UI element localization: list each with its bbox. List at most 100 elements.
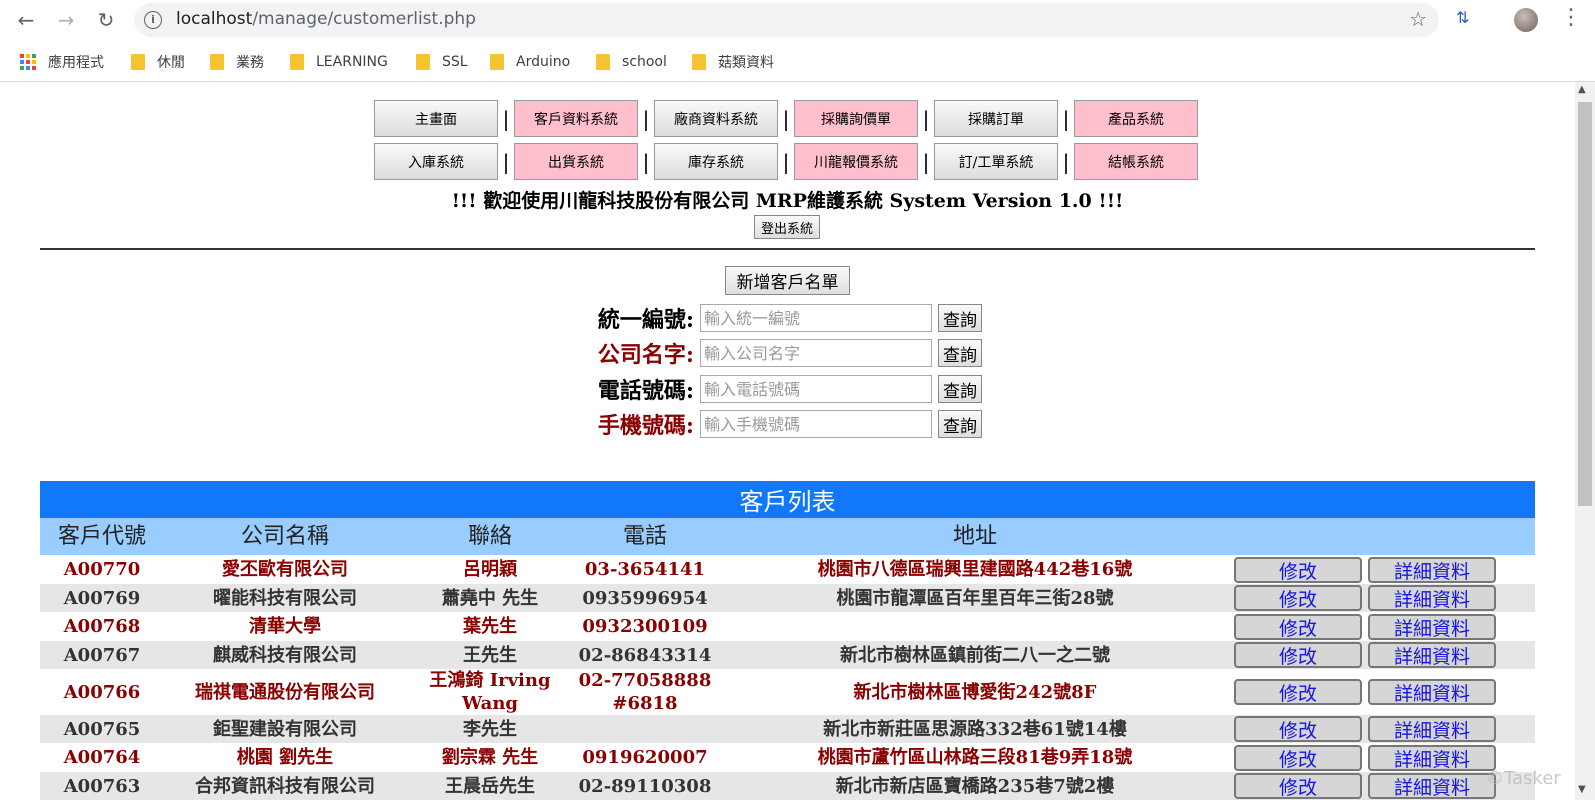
menu-button[interactable]: 出貨系統 — [514, 143, 638, 180]
menu-separator: | — [502, 149, 510, 174]
divider — [40, 248, 1535, 250]
details-button[interactable]: 詳細資料 — [1368, 716, 1496, 742]
menu-button[interactable]: 產品系統 — [1074, 100, 1198, 137]
menu-button[interactable]: 結帳系統 — [1074, 143, 1198, 180]
menu-button[interactable]: 訂/工單系統 — [934, 143, 1058, 180]
menu-separator: | — [502, 106, 510, 131]
customer-list-header: 客戶代號 公司名稱 聯絡 電話 地址 — [40, 518, 1535, 555]
watermark: ©Tasker — [1486, 768, 1561, 789]
scroll-up-arrow-icon[interactable]: ▲ — [1578, 84, 1586, 95]
menu-separator: | — [922, 149, 930, 174]
bookmark-star-icon[interactable]: ☆ — [1409, 7, 1427, 31]
phone-cell: 03-3654141 — [584, 559, 706, 580]
bookmark-folder[interactable]: 菇類資料 — [692, 52, 774, 72]
back-arrow-icon[interactable]: ← — [12, 6, 40, 34]
edit-button[interactable]: 修改 — [1234, 614, 1362, 640]
menu-button[interactable]: 採購訂單 — [934, 100, 1058, 137]
edit-button[interactable]: 修改 — [1234, 557, 1362, 583]
edit-button[interactable]: 修改 — [1234, 773, 1362, 799]
customer-id-cell: A00763 — [63, 775, 141, 797]
details-button[interactable]: 詳細資料 — [1368, 745, 1496, 771]
company-name-cell: 桃園 劉先生 — [236, 747, 334, 768]
edit-button[interactable]: 修改 — [1234, 716, 1362, 742]
search-label: 公司名字: — [597, 342, 694, 368]
menu-button[interactable]: 採購詢價單 — [794, 100, 918, 137]
mobile-input[interactable] — [700, 410, 932, 438]
company-name-cell: 鉅聖建設有限公司 — [213, 718, 357, 740]
menu-separator: | — [1062, 149, 1070, 174]
menu-button[interactable]: 入庫系統 — [374, 143, 498, 180]
menu-button[interactable]: 客戶資料系統 — [514, 100, 638, 137]
customer-id-cell: A00765 — [63, 718, 141, 740]
contact-cell: 王鴻錡 Irving Wang — [429, 670, 551, 714]
table-row: A00765 鉅聖建設有限公司 李先生 新北市新莊區思源路332巷61號14樓 修改 詳細… — [40, 715, 1535, 743]
menu-button[interactable]: 主畫面 — [374, 100, 498, 137]
contact-cell: 劉宗霖 先生 — [441, 747, 539, 768]
customer-id-cell: A00764 — [63, 747, 141, 768]
tax-id-input[interactable] — [700, 304, 932, 332]
details-button[interactable]: 詳細資料 — [1368, 679, 1496, 705]
menu-separator: | — [782, 149, 790, 174]
details-button[interactable]: 詳細資料 — [1368, 557, 1496, 583]
edit-button[interactable]: 修改 — [1234, 585, 1362, 611]
company-name-cell: 合邦資訊科技有限公司 — [195, 775, 375, 797]
search-button[interactable]: 查詢 — [938, 339, 982, 367]
customer-id-cell: A00770 — [63, 559, 141, 580]
scroll-down-arrow-icon[interactable]: ▼ — [1578, 784, 1586, 795]
bookmark-folder[interactable]: Arduino — [490, 52, 570, 72]
bookmark-folder[interactable]: 休閒 — [131, 52, 185, 72]
contact-cell: 呂明穎 — [463, 559, 517, 580]
table-row: A00764 桃園 劉先生 劉宗霖 先生 0919620007 桃園市蘆竹區山林路三段8… — [40, 743, 1535, 772]
page-content: 主畫面 | 客戶資料系統 | 廠商資料系統 | 採購詢價單 | 採購訂單 | 產品系統 入庫系統 | 出… — [0, 82, 1575, 800]
company-name-cell: 瑞祺電通股份有限公司 — [195, 681, 375, 703]
search-button[interactable]: 查詢 — [938, 410, 982, 438]
phone-input[interactable] — [700, 375, 932, 403]
edit-button[interactable]: 修改 — [1234, 679, 1362, 705]
table-row: A00763 合邦資訊科技有限公司 王晨岳先生 02-89110308 新北市新店區寶橋… — [40, 772, 1535, 800]
address-bar[interactable]: i localhost/manage/customerlist.php ☆ — [134, 3, 1439, 37]
bookmark-folder[interactable]: LEARNING — [290, 52, 388, 72]
bookmark-folder[interactable]: school — [596, 52, 667, 72]
phone-cell: 0935996954 — [582, 587, 708, 609]
search-button[interactable]: 查詢 — [938, 375, 982, 403]
details-button[interactable]: 詳細資料 — [1368, 642, 1496, 668]
extension-icon[interactable]: ⇅ — [1456, 8, 1478, 30]
scrollbar-thumb[interactable] — [1578, 102, 1592, 506]
details-button[interactable]: 詳細資料 — [1368, 773, 1496, 799]
search-button[interactable]: 查詢 — [938, 304, 982, 332]
welcome-message: !!! 歡迎使用川龍科技股份有限公司 MRP維護系統 System Versio… — [451, 190, 1124, 212]
menu-button[interactable]: 廠商資料系統 — [654, 100, 778, 137]
browser-menu-icon[interactable]: ⋮ — [1560, 4, 1582, 32]
address-cell: 桃園市龍潭區百年里百年三街28號 — [836, 587, 1114, 609]
bookmark-apps[interactable]: 應用程式 — [20, 52, 104, 72]
profile-avatar[interactable] — [1514, 8, 1538, 32]
menu-separator: | — [642, 106, 650, 131]
search-row-company: 公司名字: 查詢 — [590, 337, 982, 369]
contact-cell: 李先生 — [463, 718, 517, 740]
reload-icon[interactable]: ↻ — [92, 6, 120, 34]
forward-arrow-icon[interactable]: → — [52, 6, 80, 34]
bookmark-label: 菇類資料 — [718, 55, 774, 71]
details-button[interactable]: 詳細資料 — [1368, 585, 1496, 611]
menu-button[interactable]: 川龍報價系統 — [794, 143, 918, 180]
logout-button[interactable]: 登出系統 — [754, 215, 820, 239]
edit-button[interactable]: 修改 — [1234, 745, 1362, 771]
bookmark-folder[interactable]: SSL — [416, 52, 468, 72]
search-row-mobile: 手機號碼: 查詢 — [590, 408, 982, 440]
folder-icon — [692, 54, 706, 70]
add-customer-button[interactable]: 新增客戶名單 — [725, 266, 850, 295]
details-button[interactable]: 詳細資料 — [1368, 614, 1496, 640]
folder-icon — [416, 54, 430, 70]
customer-id-cell: A00766 — [63, 681, 141, 703]
apps-grid-icon — [20, 54, 36, 70]
table-row: A00768 清華大學 葉先生 0932300109 修改 詳細資料 — [40, 612, 1535, 641]
site-info-icon[interactable]: i — [144, 11, 162, 29]
column-header: 公司名稱 — [240, 524, 329, 549]
menu-button[interactable]: 庫存系統 — [654, 143, 778, 180]
bookmark-folder[interactable]: 業務 — [210, 52, 264, 72]
company-name-cell: 曜能科技有限公司 — [213, 587, 357, 609]
column-header: 客戶代號 — [57, 524, 146, 549]
edit-button[interactable]: 修改 — [1234, 642, 1362, 668]
company-name-input[interactable] — [700, 339, 932, 367]
bookmark-label: 休閒 — [157, 55, 185, 71]
